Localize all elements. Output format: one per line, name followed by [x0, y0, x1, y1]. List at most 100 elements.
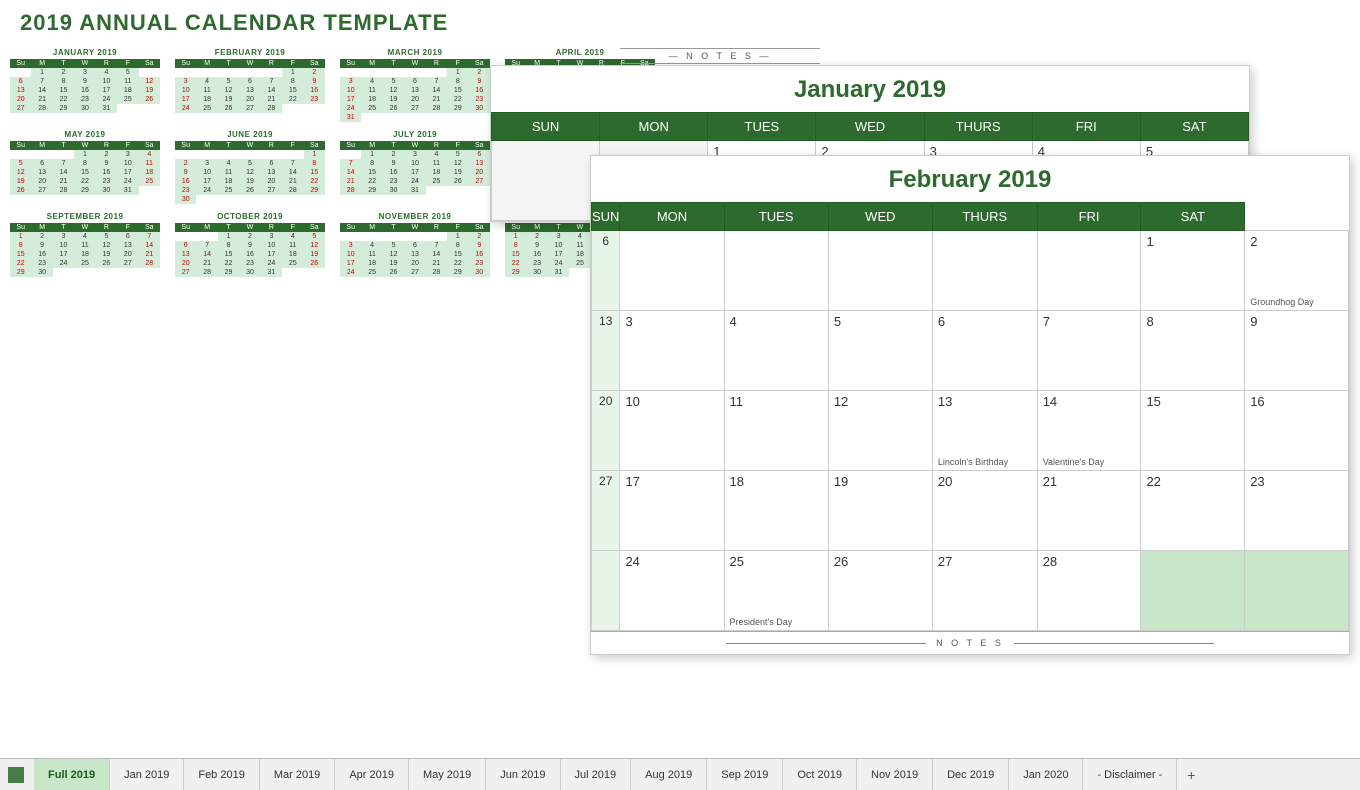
- small-cal-cell: 1: [447, 232, 468, 241]
- jan-col-header: MON: [600, 113, 708, 141]
- small-cal-cell: [196, 195, 217, 204]
- tab-oct-2019[interactable]: Oct 2019: [783, 759, 857, 790]
- small-cal-header: Su: [175, 141, 196, 150]
- small-cal-cell: 29: [304, 186, 325, 195]
- tab-feb-2019[interactable]: Feb 2019: [184, 759, 259, 790]
- small-cal-cell: [282, 104, 303, 113]
- small-cal-cell: 1: [10, 232, 31, 241]
- feb-notes: N O T E S: [591, 631, 1349, 654]
- small-cal-cell: 23: [469, 95, 490, 104]
- tab-jan-2020[interactable]: Jan 2020: [1009, 759, 1083, 790]
- tab-dec-2019[interactable]: Dec 2019: [933, 759, 1009, 790]
- tab-nov-2019[interactable]: Nov 2019: [857, 759, 933, 790]
- small-cal-cell: [261, 150, 282, 159]
- small-cal-cell: 9: [96, 159, 117, 168]
- small-cal-cell: 1: [74, 150, 95, 159]
- small-cal-table: SuMTWRFSa1234567891011121314151617181920…: [340, 223, 490, 277]
- feb-cell: 18: [724, 471, 828, 551]
- small-cal-cell: 16: [304, 86, 325, 95]
- small-cal-cell: 30: [74, 104, 95, 113]
- small-cal-cell: 25: [196, 104, 217, 113]
- small-cal-cell: 30: [526, 268, 547, 277]
- small-cal-cell: 15: [53, 86, 74, 95]
- small-cal-cell: 28: [139, 259, 160, 268]
- small-cal-cell: 17: [340, 259, 361, 268]
- jan-col-header: WED: [816, 113, 924, 141]
- small-cal-cell: 4: [282, 232, 303, 241]
- small-cal-cell: 25: [426, 177, 447, 186]
- tab-full-2019[interactable]: Full 2019: [34, 759, 110, 790]
- small-cal-header: Sa: [469, 59, 490, 68]
- jan-title: January 2019: [491, 66, 1249, 112]
- tab-aug-2019[interactable]: Aug 2019: [631, 759, 707, 790]
- tab-jun-2019[interactable]: Jun 2019: [486, 759, 560, 790]
- feb-col-header: FRI: [1037, 203, 1141, 231]
- notes-title: — N O T E S —: [620, 48, 820, 64]
- small-cal-cell: 7: [426, 241, 447, 250]
- small-cal-cell: 17: [175, 95, 196, 104]
- small-cal-cell: 29: [361, 186, 382, 195]
- small-cal-header: Su: [505, 223, 526, 232]
- tab-apr-2019[interactable]: Apr 2019: [335, 759, 409, 790]
- small-cal-cell: 18: [74, 250, 95, 259]
- small-cal-header: W: [239, 59, 260, 68]
- small-cal-cell: 15: [10, 250, 31, 259]
- feb-cell: 21: [1037, 471, 1141, 551]
- tab-may-2019[interactable]: May 2019: [409, 759, 486, 790]
- small-cal-cell: 9: [304, 77, 325, 86]
- small-cal-cell: [196, 232, 217, 241]
- tab-jan-2019[interactable]: Jan 2019: [110, 759, 184, 790]
- small-cal-header: Su: [340, 141, 361, 150]
- cell-note: Lincoln's Birthday: [938, 457, 1008, 467]
- small-cal-cell: 25: [361, 104, 382, 113]
- small-cal-cell: 3: [261, 232, 282, 241]
- feb-cell: 5: [828, 311, 932, 391]
- small-cal-cell: 4: [96, 68, 117, 77]
- tab-mar-2019[interactable]: Mar 2019: [260, 759, 335, 790]
- small-cal-cell: [139, 186, 160, 195]
- small-cal-cell: 4: [196, 77, 217, 86]
- small-cal-cell: [383, 113, 404, 122]
- small-cal-header: T: [383, 141, 404, 150]
- small-cal-header: R: [426, 223, 447, 232]
- small-cal-header: R: [261, 223, 282, 232]
- small-cal-cell: 24: [340, 268, 361, 277]
- small-cal-header: Su: [340, 223, 361, 232]
- small-cal-cell: 10: [404, 159, 425, 168]
- small-cal-cell: 13: [239, 86, 260, 95]
- small-cal-cell: 13: [404, 86, 425, 95]
- small-cal-cell: [139, 268, 160, 277]
- small-cal-cell: 13: [117, 241, 138, 250]
- small-cal-cell: 20: [469, 168, 490, 177]
- small-cal-header: W: [74, 141, 95, 150]
- small-cal-header: T: [218, 223, 239, 232]
- small-cal-title: MAY 2019: [10, 130, 160, 139]
- feb-cell: 24: [620, 551, 724, 631]
- small-cal-cell: 11: [218, 168, 239, 177]
- small-cal-title: JULY 2019: [340, 130, 490, 139]
- small-cal-cell: 15: [282, 86, 303, 95]
- small-cal-cell: 7: [340, 159, 361, 168]
- small-cal-header: T: [548, 223, 569, 232]
- small-cal-cell: [469, 113, 490, 122]
- small-cal-cell: 11: [569, 241, 590, 250]
- small-cal-cell: 14: [340, 168, 361, 177]
- small-cal-cell: 22: [10, 259, 31, 268]
- add-tab-button[interactable]: +: [1177, 759, 1205, 790]
- small-cal-cell: 22: [447, 259, 468, 268]
- small-cal-cell: 20: [117, 250, 138, 259]
- small-cal-header: R: [96, 223, 117, 232]
- cell-note: Groundhog Day: [1250, 297, 1314, 307]
- small-cal-cell: [383, 68, 404, 77]
- small-cal-cell: 27: [239, 104, 260, 113]
- tab-sep-2019[interactable]: Sep 2019: [707, 759, 783, 790]
- small-cal-cell: 24: [196, 186, 217, 195]
- small-cal-cell: 10: [117, 159, 138, 168]
- tab---disclaimer--[interactable]: - Disclaimer -: [1083, 759, 1177, 790]
- small-cal-cell: 2: [469, 232, 490, 241]
- small-cal-header: F: [282, 141, 303, 150]
- small-cal-title: FEBRUARY 2019: [175, 48, 325, 57]
- tab-jul-2019[interactable]: Jul 2019: [561, 759, 632, 790]
- feb-col-header: MON: [620, 203, 724, 231]
- small-cal-table: SuMTWRFSa1234567891011121314151617181920…: [175, 59, 325, 113]
